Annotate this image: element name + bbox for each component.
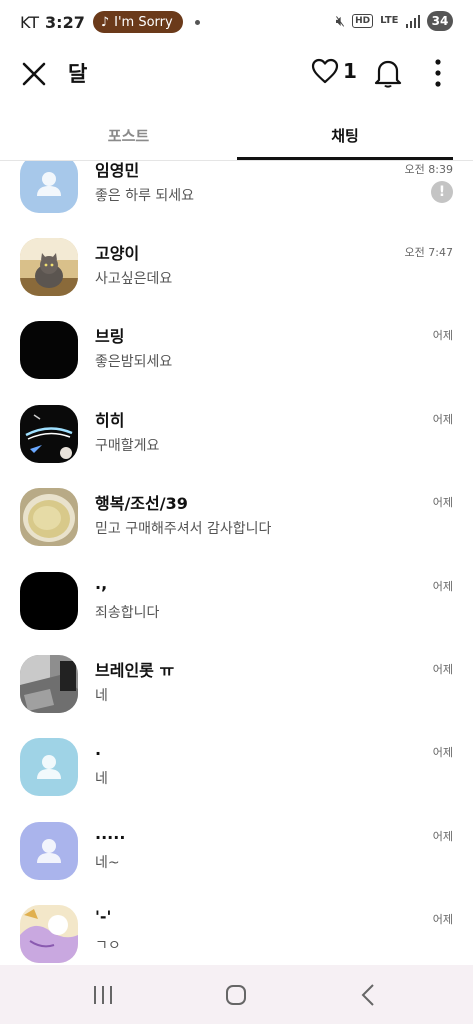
status-bar: KT 3:27 ♪ I'm Sorry 🔇︎ HD LTE 34 xyxy=(0,0,473,44)
chat-row[interactable]: 행복/조선/39 믿고 구매해주셔서 감사합니다 어제 xyxy=(0,488,473,572)
chat-name: ..... xyxy=(95,824,126,843)
mute-icon: 🔇︎ xyxy=(335,12,346,30)
chat-time: 어제 xyxy=(432,413,453,426)
chat-list[interactable]: 임영민 좋은 하루 되세요 오전 8:39 ! 고양이 사고싶은데요 오전 7:… xyxy=(0,161,473,965)
clock: 3:27 xyxy=(45,12,85,32)
home-icon xyxy=(226,985,246,1005)
room-photo-icon xyxy=(20,655,78,713)
chat-preview: 구매할게요 xyxy=(95,438,160,454)
avatar xyxy=(20,321,78,379)
avatar xyxy=(20,572,78,630)
default-profile-icon xyxy=(37,755,61,779)
chat-time: 오전 8:39 xyxy=(404,163,453,176)
chat-name: 임영민 xyxy=(95,161,140,180)
recent-apps-icon xyxy=(94,986,112,1004)
back-button[interactable] xyxy=(356,983,382,1007)
chat-name: 브레인롯 ㅠ xyxy=(95,661,175,680)
home-button[interactable] xyxy=(223,983,249,1007)
chat-preview: 믿고 구매해주셔서 감사합니다 xyxy=(95,521,272,537)
chat-name: 히히 xyxy=(95,411,125,430)
chat-name: 브링 xyxy=(95,327,125,346)
more-icon xyxy=(435,59,441,87)
tab-chat[interactable]: 채팅 xyxy=(237,110,453,160)
chat-row[interactable]: '-' ㄱㅇ 어제 xyxy=(0,905,473,965)
chat-time: 어제 xyxy=(432,746,453,759)
battery-indicator: 34 xyxy=(427,11,453,31)
back-icon xyxy=(361,984,374,1006)
music-note-icon: ♪ xyxy=(100,14,110,30)
chat-row[interactable]: 임영민 좋은 하루 되세요 오전 8:39 ! xyxy=(0,161,473,239)
avatar xyxy=(20,488,78,546)
avatar xyxy=(20,655,78,713)
avatar xyxy=(20,905,78,963)
avatar xyxy=(20,161,78,213)
chat-preview: 네~ xyxy=(95,855,120,871)
chat-name: 행복/조선/39 xyxy=(95,494,188,513)
chat-preview: 네 xyxy=(95,771,108,787)
default-profile-icon xyxy=(37,839,61,863)
like-button[interactable]: 1 xyxy=(311,58,357,84)
chat-time: 어제 xyxy=(432,580,453,593)
avatar xyxy=(20,738,78,796)
more-options-button[interactable] xyxy=(430,58,446,88)
bell-icon xyxy=(374,60,402,88)
chat-preview: 네 xyxy=(95,688,108,704)
chat-time: 오전 7:47 xyxy=(404,246,453,259)
notification-button[interactable] xyxy=(374,58,402,88)
chat-name: ., xyxy=(95,574,108,593)
tab-posts[interactable]: 포스트 xyxy=(20,110,237,160)
chat-time: 어제 xyxy=(432,496,453,509)
signal-icon xyxy=(405,14,420,28)
neon-logo-icon xyxy=(20,405,78,463)
chat-row[interactable]: ..... 네~ 어제 xyxy=(0,822,473,906)
chat-time: 어제 xyxy=(432,329,453,342)
chat-row[interactable]: . 네 어제 xyxy=(0,738,473,822)
like-count: 1 xyxy=(343,59,357,83)
active-tab-indicator xyxy=(237,157,453,160)
cat-photo-icon xyxy=(20,238,78,296)
avatar xyxy=(20,822,78,880)
chat-time: 어제 xyxy=(432,830,453,843)
system-nav-bar xyxy=(0,965,473,1024)
heart-icon xyxy=(311,58,339,84)
app-header: 달 1 xyxy=(0,44,473,102)
cup-photo-icon xyxy=(20,488,78,546)
status-icons: 🔇︎ HD LTE 34 xyxy=(336,11,453,31)
chat-preview: 사고싶은데요 xyxy=(95,271,173,287)
alert-icon: ! xyxy=(431,181,453,203)
carrier-label: KT xyxy=(20,12,40,32)
chat-preview: 좋은밤되세요 xyxy=(95,354,173,370)
page-title: 달 xyxy=(68,62,88,86)
chat-name: . xyxy=(95,740,102,759)
illustration-icon xyxy=(20,905,78,963)
lte-icon: LTE xyxy=(380,15,399,26)
chat-preview: ㄱㅇ xyxy=(95,938,121,954)
chat-row[interactable]: 브레인롯 ㅠ 네 어제 xyxy=(0,655,473,739)
close-icon xyxy=(22,62,46,86)
recent-apps-button[interactable] xyxy=(90,983,116,1007)
hd-icon: HD xyxy=(352,14,374,28)
avatar xyxy=(20,405,78,463)
now-playing-pill[interactable]: ♪ I'm Sorry xyxy=(92,11,183,33)
chat-row[interactable]: 브링 좋은밤되세요 어제 xyxy=(0,321,473,405)
chat-time: 어제 xyxy=(432,913,453,926)
chat-row[interactable]: ., 죄송합니다 어제 xyxy=(0,572,473,656)
chat-name: '-' xyxy=(95,907,112,926)
chat-row[interactable]: 고양이 사고싶은데요 오전 7:47 xyxy=(0,238,473,322)
chat-time: 어제 xyxy=(432,663,453,676)
chat-preview: 죄송합니다 xyxy=(95,605,160,621)
avatar xyxy=(20,238,78,296)
tab-bar: 포스트 채팅 xyxy=(0,110,473,161)
default-profile-icon xyxy=(37,172,61,196)
now-playing-title: I'm Sorry xyxy=(114,14,173,30)
chat-preview: 좋은 하루 되세요 xyxy=(95,188,195,204)
chat-name: 고양이 xyxy=(95,244,140,263)
chat-row[interactable]: 히히 구매할게요 어제 xyxy=(0,405,473,489)
notification-dot-icon xyxy=(194,19,200,25)
close-button[interactable] xyxy=(20,60,48,88)
